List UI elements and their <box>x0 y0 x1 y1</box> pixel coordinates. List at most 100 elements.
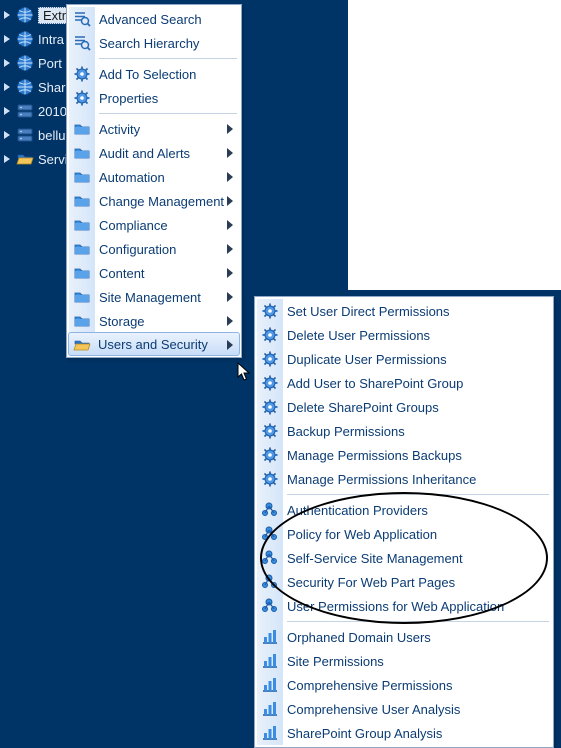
menu-item-label: User Permissions for Web Application <box>287 599 504 614</box>
expand-arrow-icon[interactable] <box>4 154 14 164</box>
menu-item-label: Storage <box>99 314 145 329</box>
menu-item[interactable]: Configuration <box>69 237 239 261</box>
expand-arrow-icon[interactable] <box>4 34 14 44</box>
menu-item[interactable]: Properties <box>69 86 239 110</box>
context-menu[interactable]: Advanced Search Search Hierarchy Add To Se… <box>66 4 242 358</box>
submenu-arrow-icon <box>227 220 233 230</box>
menu-item[interactable]: Site Management <box>69 285 239 309</box>
sp-icon <box>261 573 279 591</box>
submenu-arrow-icon <box>227 124 233 134</box>
menu-item-label: Activity <box>99 122 140 137</box>
server-icon <box>16 102 34 120</box>
content-panel <box>348 0 561 290</box>
menu-item[interactable]: User Permissions for Web Application <box>257 594 551 618</box>
menu-item[interactable]: Delete SharePoint Groups <box>257 395 551 419</box>
folder-icon <box>73 144 91 162</box>
folder-open-icon <box>73 336 91 354</box>
server-icon <box>16 126 34 144</box>
menu-item-label: Policy for Web Application <box>287 527 437 542</box>
menu-item[interactable]: Audit and Alerts <box>69 141 239 165</box>
folder-icon <box>73 192 91 210</box>
menu-item-label: Manage Permissions Backups <box>287 448 462 463</box>
menu-item-label: Duplicate User Permissions <box>287 352 447 367</box>
menu-item-label: Authentication Providers <box>287 503 428 518</box>
sp-icon <box>261 597 279 615</box>
globe-icon <box>16 54 34 72</box>
sp-icon <box>261 525 279 543</box>
menu-item[interactable]: Backup Permissions <box>257 419 551 443</box>
menu-item-label: Audit and Alerts <box>99 146 190 161</box>
menu-item-label: Delete SharePoint Groups <box>287 400 439 415</box>
gear-icon <box>261 326 279 344</box>
menu-item[interactable]: Activity <box>69 117 239 141</box>
menu-item[interactable]: Self-Service Site Management <box>257 546 551 570</box>
folder-icon <box>73 120 91 138</box>
gear-icon <box>261 302 279 320</box>
mouse-cursor <box>237 362 253 384</box>
menu-item-label: Add User to SharePoint Group <box>287 376 463 391</box>
tree-item-label: Shar <box>38 80 65 95</box>
submenu-arrow-icon <box>227 292 233 302</box>
menu-item-label: Properties <box>99 91 158 106</box>
search-lines-icon <box>73 10 91 28</box>
menu-separator <box>287 494 549 495</box>
menu-item-label: Orphaned Domain Users <box>287 630 431 645</box>
menu-item[interactable]: Automation <box>69 165 239 189</box>
menu-item[interactable]: Change Management <box>69 189 239 213</box>
menu-item-label: Set User Direct Permissions <box>287 304 450 319</box>
menu-item-label: Security For Web Part Pages <box>287 575 455 590</box>
menu-item-label: Manage Permissions Inheritance <box>287 472 476 487</box>
menu-item[interactable]: Comprehensive Permissions <box>257 673 551 697</box>
menu-item[interactable]: Security For Web Part Pages <box>257 570 551 594</box>
menu-item[interactable]: Compliance <box>69 213 239 237</box>
expand-arrow-icon[interactable] <box>4 58 14 68</box>
menu-separator <box>99 113 237 114</box>
submenu-arrow-icon <box>227 148 233 158</box>
menu-separator <box>287 621 549 622</box>
expand-arrow-icon[interactable] <box>4 10 14 20</box>
menu-item[interactable]: Policy for Web Application <box>257 522 551 546</box>
menu-item[interactable]: Manage Permissions Inheritance <box>257 467 551 491</box>
tree-item-label: Port <box>38 56 62 71</box>
submenu-arrow-icon <box>227 244 233 254</box>
menu-item-label: Self-Service Site Management <box>287 551 463 566</box>
menu-item[interactable]: Users and Security <box>68 332 240 356</box>
menu-item[interactable]: Delete User Permissions <box>257 323 551 347</box>
menu-item[interactable]: Orphaned Domain Users <box>257 625 551 649</box>
globe-icon <box>16 78 34 96</box>
context-submenu[interactable]: Set User Direct Permissions Delete User P… <box>254 296 554 748</box>
chart-icon <box>261 628 279 646</box>
menu-item[interactable]: Site Permissions <box>257 649 551 673</box>
folder-icon <box>73 216 91 234</box>
gear-icon <box>261 446 279 464</box>
menu-item[interactable]: Set User Direct Permissions <box>257 299 551 323</box>
menu-item[interactable]: Add To Selection <box>69 62 239 86</box>
menu-item-label: Configuration <box>99 242 176 257</box>
folder-icon <box>73 312 91 330</box>
gear-icon <box>261 350 279 368</box>
menu-item-label: Users and Security <box>98 337 208 352</box>
folder-icon <box>73 264 91 282</box>
expand-arrow-icon[interactable] <box>4 130 14 140</box>
search-lines-icon <box>73 34 91 52</box>
menu-item-label: Search Hierarchy <box>99 36 199 51</box>
menu-item[interactable]: Content <box>69 261 239 285</box>
menu-item-label: Compliance <box>99 218 168 233</box>
sp-icon <box>261 501 279 519</box>
expand-arrow-icon[interactable] <box>4 82 14 92</box>
menu-item[interactable]: Manage Permissions Backups <box>257 443 551 467</box>
menu-item[interactable]: Duplicate User Permissions <box>257 347 551 371</box>
menu-item[interactable]: Storage <box>69 309 239 333</box>
menu-item[interactable]: Advanced Search <box>69 7 239 31</box>
expand-arrow-icon[interactable] <box>4 106 14 116</box>
folder-open-icon <box>16 150 34 168</box>
menu-item[interactable]: Search Hierarchy <box>69 31 239 55</box>
menu-item[interactable]: SharePoint Group Analysis <box>257 721 551 745</box>
menu-separator <box>99 58 237 59</box>
menu-item[interactable]: Authentication Providers <box>257 498 551 522</box>
menu-item[interactable]: Comprehensive User Analysis <box>257 697 551 721</box>
tree-item-label: bellu <box>38 128 65 143</box>
chart-icon <box>261 724 279 742</box>
menu-item[interactable]: Add User to SharePoint Group <box>257 371 551 395</box>
submenu-arrow-icon <box>227 196 233 206</box>
